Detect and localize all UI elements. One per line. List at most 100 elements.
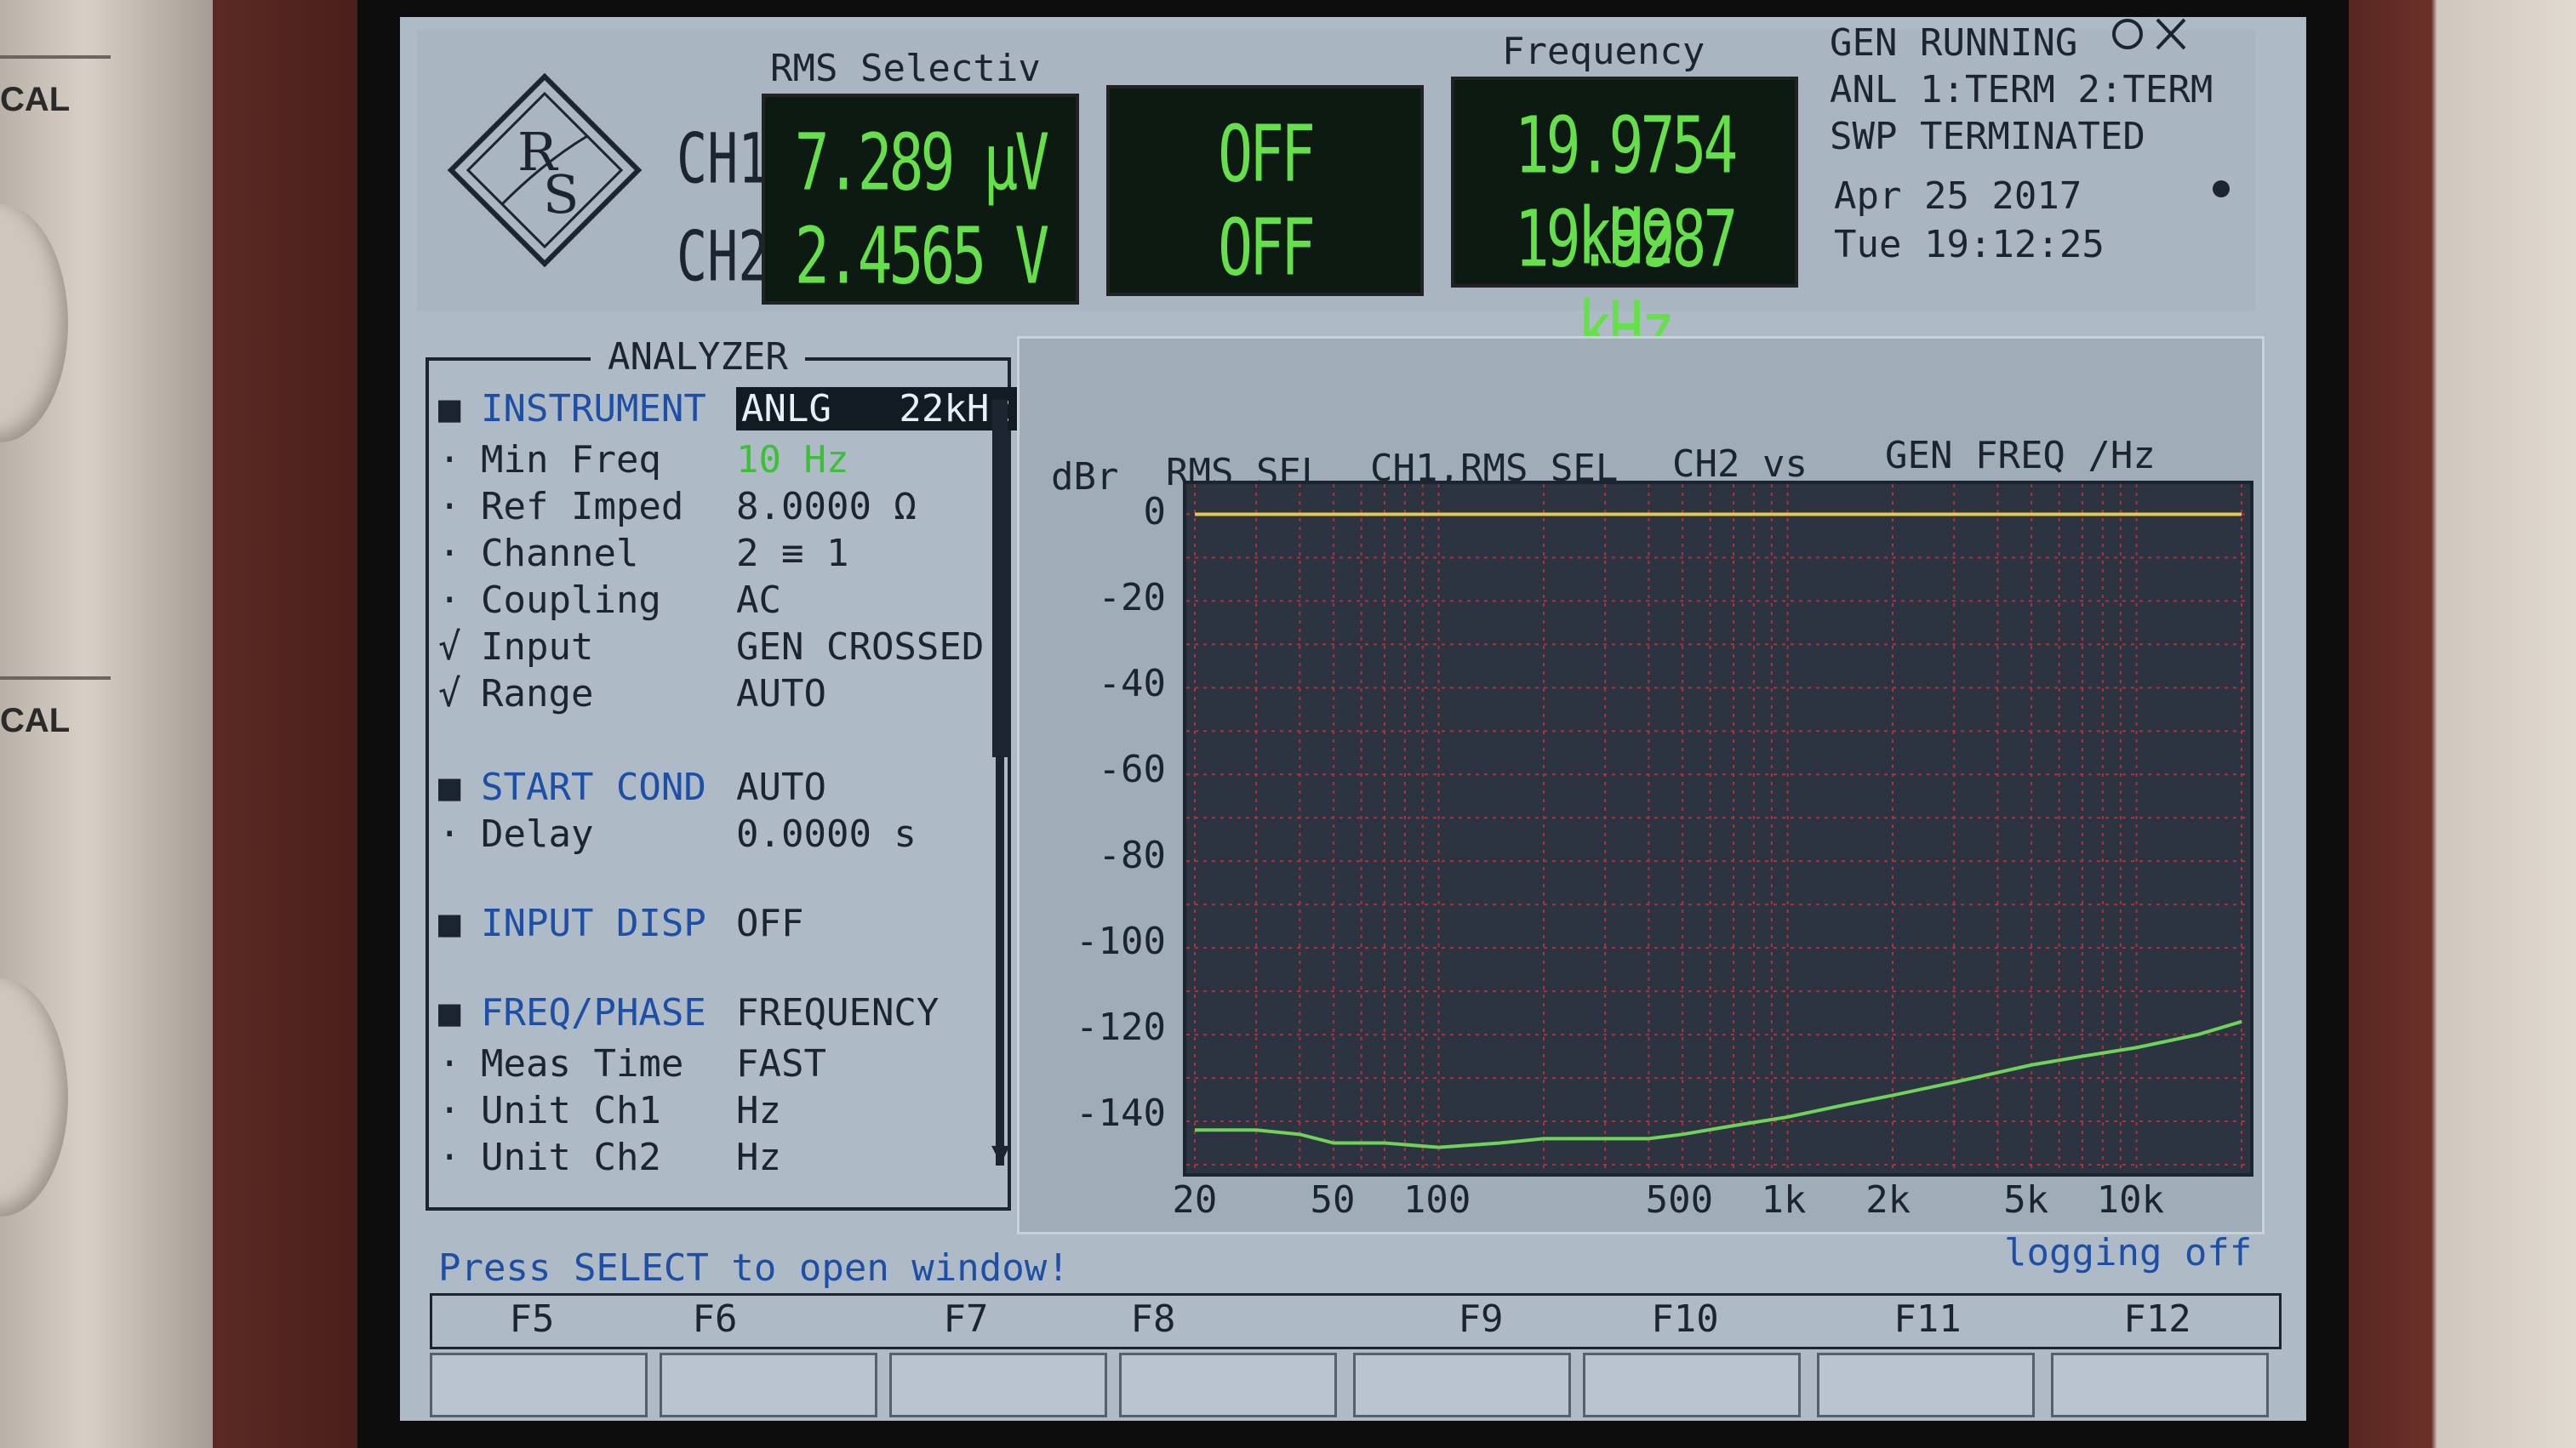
y-tick-label: -80 bbox=[1098, 833, 1166, 877]
rs-logo-icon: R S bbox=[447, 72, 643, 268]
analyzer-row[interactable]: · Channel 2 ≡ 1 bbox=[430, 532, 1025, 576]
logging-status: logging off bbox=[2004, 1231, 2253, 1274]
y-tick-label: 0 bbox=[1143, 490, 1167, 534]
bezel-divider bbox=[0, 55, 111, 59]
status-prompt: Press SELECT to open window! bbox=[438, 1246, 1070, 1290]
analyzer-row[interactable]: √ Input GEN CROSSED bbox=[430, 625, 1025, 670]
ch1-aux-value: OFF bbox=[1218, 110, 1316, 201]
analyzer-row[interactable]: · Unit Ch2 Hz bbox=[430, 1136, 1025, 1180]
ch2-rms-value: 2.4565 V bbox=[794, 212, 1050, 303]
frequency-caption: Frequency bbox=[1502, 30, 1705, 73]
row-value[interactable]: OFF bbox=[736, 902, 803, 945]
x-tick-label: 1k bbox=[1761, 1178, 1807, 1222]
row-marker: ■ bbox=[438, 387, 461, 430]
y-tick-label: -60 bbox=[1098, 747, 1166, 791]
ch1-label: CH1 bbox=[677, 119, 769, 200]
instrument-bezel-left: CAL CAL bbox=[0, 0, 213, 1448]
row-marker: · bbox=[438, 532, 461, 575]
row-value[interactable]: GEN CROSSED bbox=[736, 625, 984, 669]
row-key: INSTRUMENT bbox=[481, 387, 706, 430]
row-value[interactable]: Hz bbox=[736, 1089, 781, 1132]
date-display: Apr 25 2017 bbox=[1834, 174, 2082, 218]
analyzer-row[interactable]: ■ INPUT DISP OFF bbox=[430, 902, 1025, 946]
analyzer-status: ANL 1:TERM 2:TERM bbox=[1830, 68, 2213, 111]
y-tick-label: -140 bbox=[1076, 1091, 1166, 1135]
x-tick-label: 20 bbox=[1172, 1178, 1218, 1222]
row-key: START COND bbox=[481, 766, 706, 809]
softkey-button-10[interactable] bbox=[1583, 1353, 1801, 1417]
row-key: FREQ/PHASE bbox=[481, 991, 706, 1035]
softkey-button-12[interactable] bbox=[2051, 1353, 2269, 1417]
svg-text:S: S bbox=[543, 163, 579, 225]
x-tick-label: 5k bbox=[2003, 1178, 2049, 1222]
rms-selective-caption: RMS Selectiv bbox=[770, 47, 1041, 90]
row-value[interactable]: 10 Hz bbox=[736, 438, 848, 482]
row-value[interactable]: AC bbox=[736, 579, 781, 622]
row-value[interactable]: Hz bbox=[736, 1136, 781, 1179]
series-line-1 bbox=[1195, 1019, 2242, 1149]
fkey-bar-outline bbox=[430, 1293, 2282, 1349]
bezel-divider bbox=[0, 676, 111, 680]
row-marker: √ bbox=[438, 672, 461, 715]
row-marker: ■ bbox=[438, 991, 461, 1035]
sweep-plot[interactable] bbox=[1183, 481, 2253, 1177]
row-key: Channel bbox=[481, 532, 639, 575]
row-value[interactable]: FREQUENCY bbox=[736, 991, 939, 1035]
y-tick-label: -40 bbox=[1098, 661, 1166, 705]
analyzer-row[interactable]: · Coupling AC bbox=[430, 579, 1025, 623]
softkey-button-11[interactable] bbox=[1817, 1353, 2035, 1417]
row-value[interactable]: FAST bbox=[736, 1042, 826, 1086]
softkey-button-5[interactable] bbox=[430, 1353, 648, 1417]
row-key: Min Freq bbox=[481, 438, 661, 482]
y-tick-label: -120 bbox=[1076, 1005, 1166, 1049]
softkey-button-8[interactable] bbox=[1119, 1353, 1337, 1417]
cal-label: CAL bbox=[0, 81, 71, 118]
aux-display: OFF OFF bbox=[1106, 85, 1424, 296]
row-marker: √ bbox=[438, 625, 461, 669]
row-key: Range bbox=[481, 672, 594, 715]
row-key: Unit Ch1 bbox=[481, 1089, 661, 1132]
analyzer-row[interactable]: · Meas Time FAST bbox=[430, 1042, 1025, 1086]
softkey-button-6[interactable] bbox=[660, 1353, 877, 1417]
analyzer-row[interactable]: ■ START COND AUTO bbox=[430, 766, 1025, 810]
frequency-display: 19.9754 kHz 19.9987 kHz bbox=[1451, 77, 1798, 376]
analyzer-row[interactable]: · Ref Imped 8.0000 Ω bbox=[430, 485, 1025, 529]
bezel-frame-left bbox=[213, 0, 357, 1448]
row-key: Delay bbox=[481, 812, 594, 856]
row-marker: · bbox=[438, 1089, 461, 1132]
softkey-button-9[interactable] bbox=[1353, 1353, 1571, 1417]
front-knob[interactable] bbox=[0, 978, 68, 1217]
analyzer-row[interactable]: · Unit Ch1 Hz bbox=[430, 1089, 1025, 1133]
row-key: Ref Imped bbox=[481, 485, 684, 528]
row-marker: ■ bbox=[438, 902, 461, 945]
front-knob[interactable] bbox=[0, 204, 68, 442]
row-value[interactable]: 8.0000 Ω bbox=[736, 485, 917, 528]
row-value[interactable]: AUTO bbox=[736, 672, 826, 715]
row-value[interactable]: AUTO bbox=[736, 766, 826, 809]
row-key: Meas Time bbox=[481, 1042, 684, 1086]
row-value[interactable]: 2 ≡ 1 bbox=[736, 532, 848, 575]
ch2-label: CH2 bbox=[677, 217, 769, 298]
row-marker: · bbox=[438, 1136, 461, 1179]
panel-scrollbar[interactable] bbox=[992, 400, 1008, 1166]
softkey-button-7[interactable] bbox=[889, 1353, 1107, 1417]
row-value[interactable]: ANLG 22kHz bbox=[736, 387, 1017, 430]
scrollbar-thumb[interactable] bbox=[992, 400, 1008, 757]
row-key: Unit Ch2 bbox=[481, 1136, 661, 1179]
analyzer-row[interactable]: ■ FREQ/PHASE FREQUENCY bbox=[430, 991, 1025, 1035]
y-tick-label: -100 bbox=[1076, 919, 1166, 963]
row-marker: · bbox=[438, 1042, 461, 1086]
row-key: INPUT DISP bbox=[481, 902, 706, 945]
rms-display: 7.289 μV 2.4565 V bbox=[762, 94, 1079, 305]
generator-icon bbox=[2112, 18, 2186, 50]
row-key: Coupling bbox=[481, 579, 661, 622]
time-display: Tue 19:12:25 bbox=[1834, 223, 2105, 266]
row-value[interactable]: 0.0000 s bbox=[736, 812, 917, 856]
analyzer-row[interactable]: · Delay 0.0000 s bbox=[430, 812, 1025, 857]
scroll-down-icon[interactable]: ▼ bbox=[991, 1136, 1010, 1171]
analyzer-row[interactable]: ■ INSTRUMENT ANLG 22kHz bbox=[430, 387, 1025, 431]
row-key: Input bbox=[481, 625, 594, 669]
x-tick-label: 10k bbox=[2096, 1178, 2165, 1222]
analyzer-row[interactable]: · Min Freq 10 Hz bbox=[430, 438, 1025, 482]
analyzer-row[interactable]: √ Range AUTO bbox=[430, 672, 1025, 716]
